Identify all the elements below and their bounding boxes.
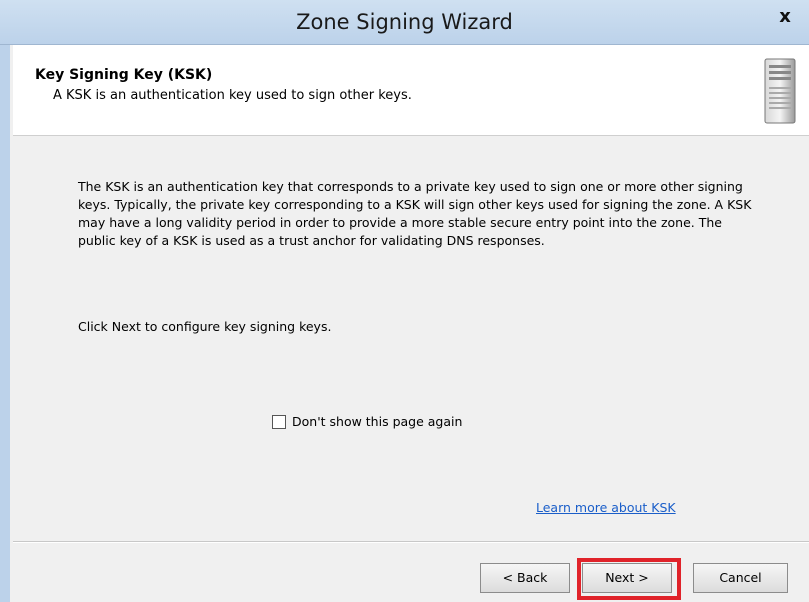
learn-more-ksk-link[interactable]: Learn more about KSK [536, 500, 676, 515]
back-button[interactable]: < Back [480, 563, 570, 593]
wizard-header: Key Signing Key (KSK) A KSK is an authen… [13, 45, 809, 136]
ksk-explanation-text: The KSK is an authentication key that co… [78, 179, 752, 248]
instruction-text: Click Next to configure key signing keys… [78, 319, 332, 334]
close-button[interactable]: x [761, 0, 809, 36]
next-button-highlight [577, 558, 681, 600]
dont-show-again-row[interactable]: Don't show this page again [272, 414, 462, 429]
zone-signing-wizard-window: Zone Signing Wizard x Key Signing Key (K… [0, 0, 809, 602]
wizard-body: The KSK is an authentication key that co… [13, 136, 809, 536]
cancel-button[interactable]: Cancel [693, 563, 788, 593]
window-title: Zone Signing Wizard [296, 10, 513, 34]
page-description: A KSK is an authentication key used to s… [53, 88, 412, 103]
server-icon [764, 58, 796, 124]
footer-divider [13, 541, 809, 543]
dont-show-again-checkbox[interactable] [272, 414, 286, 429]
title-bar[interactable]: Zone Signing Wizard x [0, 0, 809, 45]
window-left-border [0, 0, 10, 602]
dont-show-again-label[interactable]: Don't show this page again [292, 414, 462, 429]
page-title: Key Signing Key (KSK) [35, 67, 213, 83]
